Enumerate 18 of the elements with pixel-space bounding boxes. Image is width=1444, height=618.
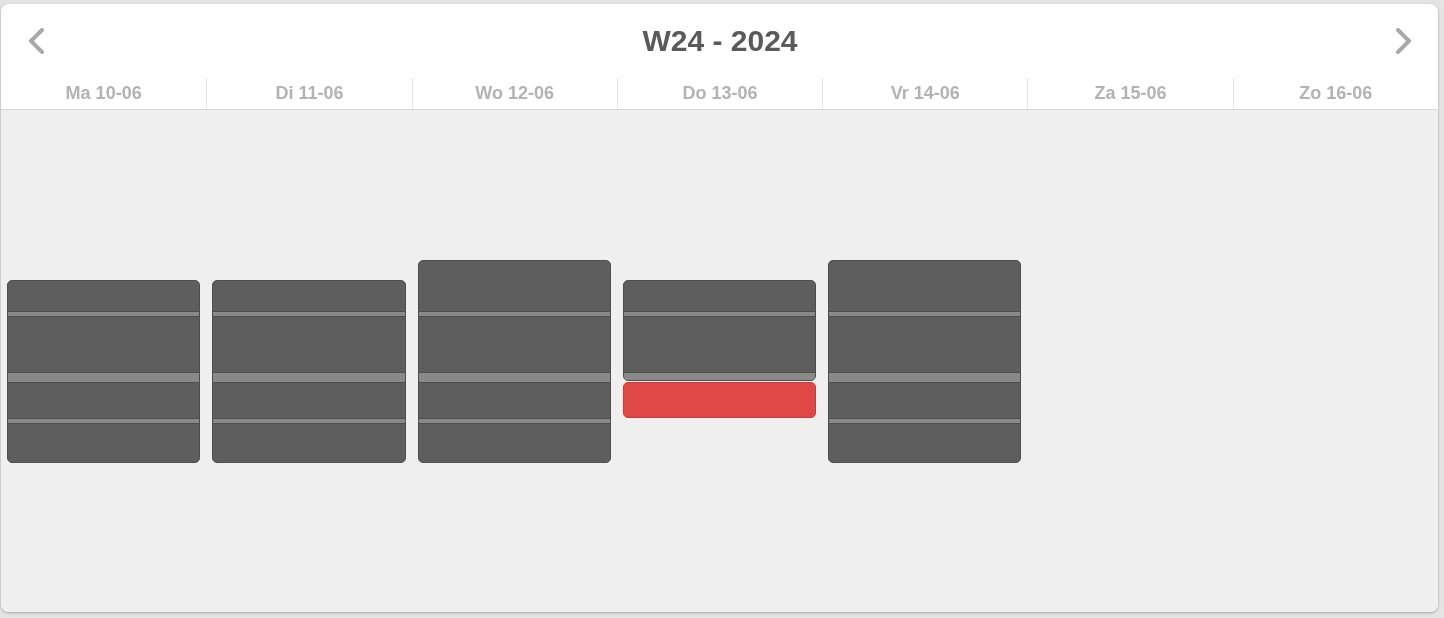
shift-block[interactable] [622,280,817,381]
day-header: Do 13-06 [682,83,758,104]
chevron-left-icon [27,28,45,54]
chevron-right-icon [1395,28,1413,54]
day-header: Vr 14-06 [890,83,960,104]
day-header: Zo 16-06 [1299,83,1373,104]
week-title: W24 - 2024 [642,23,798,59]
day-header: Wo 12-06 [475,83,555,104]
day-header: Di 11-06 [275,83,344,104]
shift-block[interactable] [7,280,201,463]
day-header: Ma 10-06 [65,83,142,104]
previous-week-button[interactable] [27,28,45,54]
shift-block[interactable] [212,280,406,463]
absence-block[interactable] [622,382,817,418]
shift-block[interactable] [828,260,1022,463]
next-week-button[interactable] [1395,28,1413,54]
shift-block[interactable] [417,260,611,463]
day-header: Za 15-06 [1094,83,1167,104]
